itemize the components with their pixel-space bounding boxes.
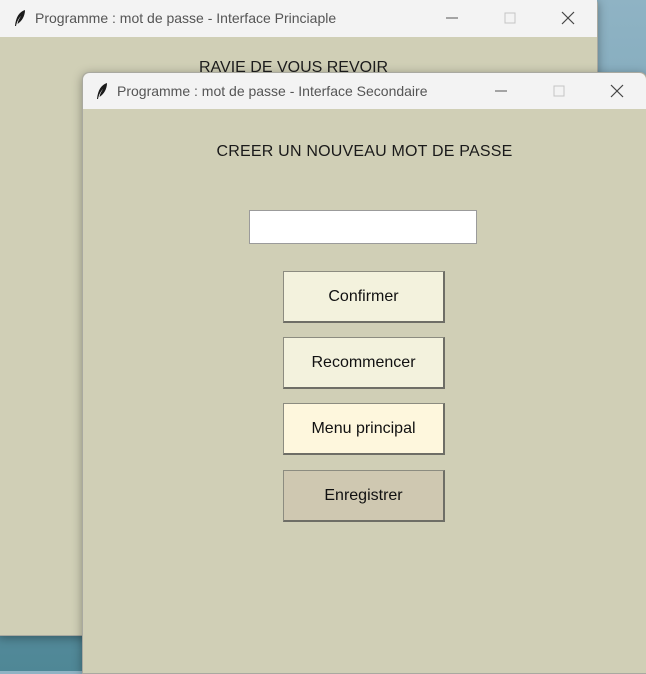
close-icon bbox=[610, 84, 624, 98]
close-button[interactable] bbox=[539, 0, 597, 37]
restart-button[interactable]: Recommencer bbox=[283, 337, 445, 389]
feather-icon bbox=[15, 10, 25, 26]
password-input[interactable] bbox=[249, 210, 477, 244]
close-button[interactable] bbox=[588, 73, 646, 109]
maximize-icon bbox=[553, 85, 565, 97]
minimize-icon bbox=[495, 90, 507, 92]
save-button[interactable]: Enregistrer bbox=[283, 470, 445, 522]
minimize-button[interactable] bbox=[423, 0, 481, 37]
maximize-button[interactable] bbox=[481, 0, 539, 37]
main-window-controls bbox=[423, 0, 597, 37]
secondary-window[interactable]: Programme : mot de passe - Interface Sec… bbox=[82, 72, 646, 674]
main-window-title: Programme : mot de passe - Interface Pri… bbox=[35, 10, 337, 26]
maximize-icon bbox=[504, 12, 516, 24]
maximize-button[interactable] bbox=[530, 73, 588, 109]
minimize-button[interactable] bbox=[472, 73, 530, 109]
confirm-button[interactable]: Confirmer bbox=[283, 271, 445, 323]
secondary-window-titlebar[interactable]: Programme : mot de passe - Interface Sec… bbox=[83, 73, 646, 109]
secondary-window-controls bbox=[472, 73, 646, 109]
main-menu-button[interactable]: Menu principal bbox=[283, 403, 445, 455]
secondary-window-title: Programme : mot de passe - Interface Sec… bbox=[117, 83, 428, 99]
close-icon bbox=[561, 11, 575, 25]
page-title: CREER UN NOUVEAU MOT DE PASSE bbox=[216, 143, 513, 160]
minimize-icon bbox=[446, 17, 458, 19]
main-window-titlebar[interactable]: Programme : mot de passe - Interface Pri… bbox=[0, 0, 597, 37]
feather-icon bbox=[97, 83, 107, 99]
